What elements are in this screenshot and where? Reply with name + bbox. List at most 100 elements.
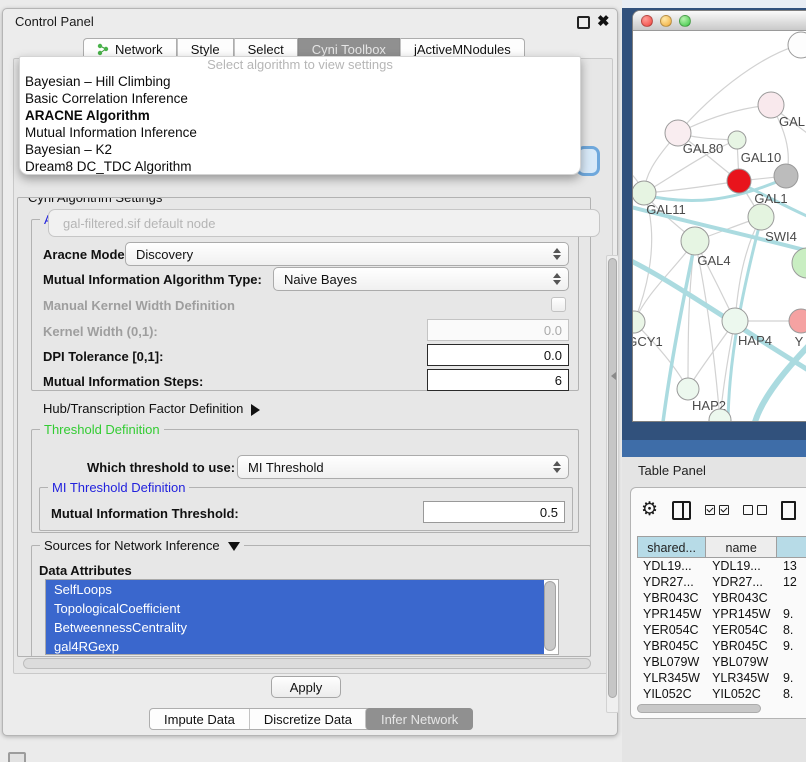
attribute-list-item[interactable]: BetweennessCentrality: [46, 618, 544, 637]
table-row[interactable]: YLR345WYLR345W9.: [637, 670, 806, 686]
data-attributes-list[interactable]: SelfLoopsTopologicalCoefficientBetweenne…: [45, 579, 559, 655]
split-pane-arrow-icon[interactable]: [611, 372, 616, 380]
algorithm-popup-item[interactable]: Mutual Information Inference: [20, 124, 580, 141]
table-row[interactable]: YER054CYER054C8.: [637, 622, 806, 638]
kernel-width-label: Kernel Width (0,1):: [43, 324, 158, 339]
document-icon[interactable]: [781, 501, 796, 520]
settings-vertical-scrollbar[interactable]: [606, 255, 619, 713]
split-columns-icon[interactable]: [672, 501, 691, 520]
tab-discretize-data[interactable]: Discretize Data: [249, 709, 366, 729]
table-cell: 8.: [777, 622, 806, 638]
table-cell: 8.: [777, 686, 806, 702]
table-row[interactable]: YPR145WYPR145W9.: [637, 606, 806, 622]
node-gal10[interactable]: [728, 131, 746, 149]
table-row[interactable]: YIL052CYIL052C8.: [637, 686, 806, 702]
close-icon[interactable]: ✖: [597, 12, 610, 30]
gear-icon[interactable]: ⚙: [641, 500, 658, 520]
table-horizontal-scrollbar[interactable]: [637, 704, 761, 713]
table-row[interactable]: YBR043CYBR043C: [637, 590, 806, 606]
network-icon: [97, 43, 110, 56]
combo-arrows-icon: [550, 273, 568, 285]
hub-definition-toggle[interactable]: Hub/Transcription Factor Definition: [43, 401, 260, 416]
scrollbar-thumb[interactable]: [608, 258, 617, 698]
node-gray[interactable]: [774, 164, 798, 188]
mi-threshold-field[interactable]: 0.5: [423, 501, 565, 523]
table-cell: YBL079W: [637, 654, 706, 670]
network-window-titlebar[interactable]: [633, 11, 806, 31]
algorithm-popup-item[interactable]: ARACNE Algorithm: [20, 107, 580, 124]
node-gal4[interactable]: [681, 227, 709, 255]
tab-infer-network[interactable]: Infer Network: [365, 708, 473, 730]
table-row[interactable]: YDL19...YDL19...13: [637, 558, 806, 574]
zoom-traffic-light-icon[interactable]: [679, 15, 691, 27]
node-unlabeled-top[interactable]: [788, 32, 806, 58]
float-window-icon[interactable]: [577, 16, 590, 29]
node-gal1[interactable]: [727, 169, 751, 193]
network-table-combo[interactable]: gal-filtered.sif default node: [48, 209, 600, 237]
algorithm-popup-list: Bayesian – Hill ClimbingBasic Correlatio…: [20, 73, 580, 175]
attributes-scrollbar[interactable]: [544, 581, 556, 651]
expand-right-icon: [251, 404, 260, 416]
settings-group-title: Cyni Algorithm Settings: [24, 197, 166, 205]
algorithm-popup-item[interactable]: Bayesian – Hill Climbing: [20, 73, 580, 90]
aracne-mode-combo[interactable]: Discovery: [125, 242, 569, 266]
attribute-list-item[interactable]: TopologicalCoefficient: [46, 599, 544, 618]
node-y-partial[interactable]: [789, 309, 806, 333]
minimize-traffic-light-icon[interactable]: [660, 15, 672, 27]
desktop-background: [622, 0, 806, 8]
table-cell: YBR045C: [637, 638, 706, 654]
table-row[interactable]: YBR045CYBR045C9.: [637, 638, 806, 654]
data-attributes-label: Data Attributes: [39, 563, 132, 578]
attribute-list-item[interactable]: SelfLoops: [46, 580, 544, 599]
close-traffic-light-icon[interactable]: [641, 15, 653, 27]
node-table: shared...name YDL19...YDL19...13YDR27...…: [637, 536, 806, 702]
table-cell: YIL052C: [637, 686, 706, 702]
aracne-mode-value: Discovery: [126, 247, 550, 262]
table-cell: 12: [777, 574, 806, 590]
node-hap2[interactable]: [677, 378, 699, 400]
manual-kernel-checkbox[interactable]: [551, 297, 566, 312]
table-cell: YDR27...: [706, 574, 777, 590]
mi-steps-label: Mutual Information Steps:: [43, 374, 203, 389]
collapsed-panel-icon[interactable]: [8, 752, 26, 762]
table-cell: YBR043C: [637, 590, 706, 606]
table-cell: YBR045C: [706, 638, 777, 654]
mi-algorithm-type-combo[interactable]: Naive Bayes: [273, 267, 569, 291]
node-y-partial-label: Y: [795, 334, 804, 349]
column-header-shared...[interactable]: shared...: [637, 536, 706, 558]
algorithm-popup-item[interactable]: Bayesian – K2: [20, 141, 580, 158]
mi-steps-field[interactable]: 6: [427, 369, 569, 391]
unchecked-boxes-icon[interactable]: [743, 505, 767, 515]
table-row[interactable]: YDR27...YDR27...12: [637, 574, 806, 590]
column-header-name[interactable]: name: [706, 536, 777, 558]
node-hap4[interactable]: [722, 308, 748, 334]
algorithm-popup-item[interactable]: Basic Correlation Inference: [20, 90, 580, 107]
network-canvas[interactable]: GALGAL80GAL10GAL1GAL11SWI4GAL4GCY1HAP4YH…: [633, 31, 806, 422]
node-gcy1[interactable]: [633, 311, 645, 333]
node-gal4-label: GAL4: [697, 253, 730, 268]
network-table-combo-value: gal-filtered.sif default node: [63, 216, 215, 231]
sources-group-title[interactable]: Sources for Network Inference: [40, 538, 244, 553]
settings-horizontal-scrollbar[interactable]: [23, 658, 591, 669]
threshold-definition-title: Threshold Definition: [40, 422, 164, 437]
column-header-partial[interactable]: [777, 536, 806, 558]
table-cell: 9.: [777, 638, 806, 654]
algorithm-popup-item[interactable]: Dream8 DC_TDC Algorithm: [20, 158, 580, 175]
mi-threshold-label: Mutual Information Threshold:: [51, 506, 239, 521]
which-threshold-value: MI Threshold: [238, 460, 550, 475]
node-gal-partial-label: GAL: [779, 114, 805, 129]
table-toolbar: ⚙: [641, 500, 796, 520]
table-row[interactable]: YBL079WYBL079W: [637, 654, 806, 670]
node-green-right[interactable]: [792, 248, 806, 278]
table-cell: YPR145W: [637, 606, 706, 622]
node-swi4[interactable]: [748, 204, 774, 230]
which-threshold-combo[interactable]: MI Threshold: [237, 455, 569, 479]
table-cell: YLR345W: [706, 670, 777, 686]
table-panel-window: ⚙ shared...name YDL19...YDL19...13YDR27.…: [630, 487, 806, 719]
dpi-tolerance-field[interactable]: 0.0: [427, 344, 569, 366]
checked-boxes-icon[interactable]: [705, 505, 729, 515]
node-gal80-label: GAL80: [683, 141, 723, 156]
attribute-list-item[interactable]: gal4RGexp: [46, 637, 544, 655]
apply-button[interactable]: Apply: [271, 676, 341, 698]
tab-impute-data[interactable]: Impute Data: [150, 709, 249, 729]
